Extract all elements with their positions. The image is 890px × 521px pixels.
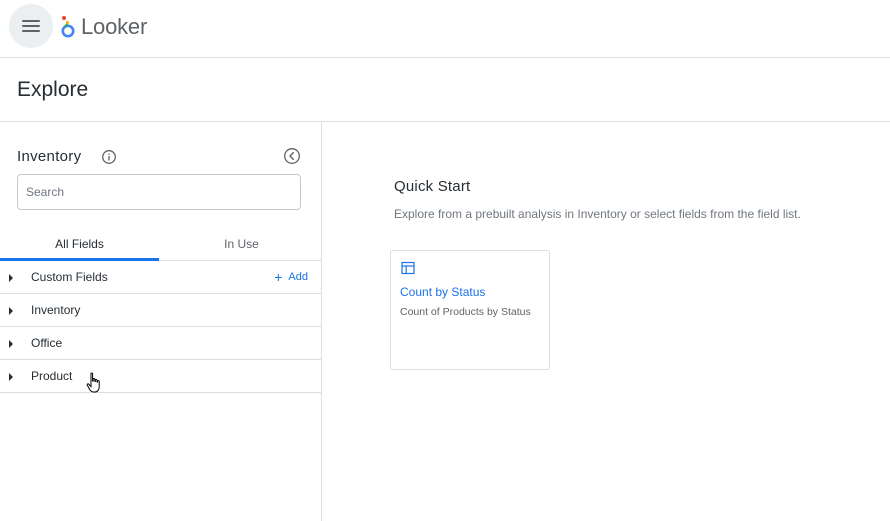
top-bar: Looker [0, 0, 890, 58]
quick-start-title: Quick Start [394, 178, 471, 195]
logo-text: Looker [81, 14, 148, 39]
add-custom-field-button[interactable]: + Add [274, 270, 308, 284]
caret-right-icon [9, 307, 13, 315]
quick-start-card[interactable]: Count by Status Count of Products by Sta… [390, 250, 550, 370]
caret-right-icon [9, 373, 13, 381]
looker-logo[interactable]: Looker [60, 13, 147, 41]
field-group-label: Inventory [31, 303, 81, 317]
quick-start-subtitle: Explore from a prebuilt analysis in Inve… [394, 207, 801, 221]
main-menu-button[interactable] [9, 4, 53, 48]
field-group-product[interactable]: Product [0, 360, 321, 393]
field-group-label: Custom Fields [31, 270, 108, 284]
chevron-left-circle-icon[interactable] [283, 147, 301, 165]
card-title: Count by Status [400, 285, 486, 299]
field-search-input[interactable] [17, 174, 301, 210]
field-group-list: Custom Fields + Add Inventory Office Pro… [0, 261, 321, 393]
field-group-label: Product [31, 369, 73, 383]
field-tabs: All Fields In Use [0, 228, 321, 261]
explore-name: Inventory [17, 148, 82, 165]
field-group-label: Office [31, 336, 63, 350]
explore-main-panel: Quick Start Explore from a prebuilt anal… [322, 122, 890, 521]
hamburger-menu-icon [22, 20, 40, 32]
field-group-office[interactable]: Office [0, 327, 321, 360]
looker-logo-icon [61, 16, 75, 38]
tab-in-use[interactable]: In Use [162, 228, 321, 260]
page-header: Explore [0, 58, 890, 122]
add-label: Add [288, 271, 308, 283]
tab-all-fields[interactable]: All Fields [0, 228, 159, 260]
page-title: Explore [17, 78, 89, 101]
field-group-inventory[interactable]: Inventory [0, 294, 321, 327]
info-icon[interactable] [101, 149, 117, 165]
table-icon [401, 261, 415, 275]
caret-right-icon [9, 340, 13, 348]
field-picker-sidebar: Inventory All Fields In Use Custom Field… [0, 122, 322, 521]
card-description: Count of Products by Status [400, 306, 531, 318]
caret-right-icon [9, 274, 13, 282]
field-group-custom-fields[interactable]: Custom Fields + Add [0, 261, 321, 294]
plus-icon: + [274, 269, 283, 285]
